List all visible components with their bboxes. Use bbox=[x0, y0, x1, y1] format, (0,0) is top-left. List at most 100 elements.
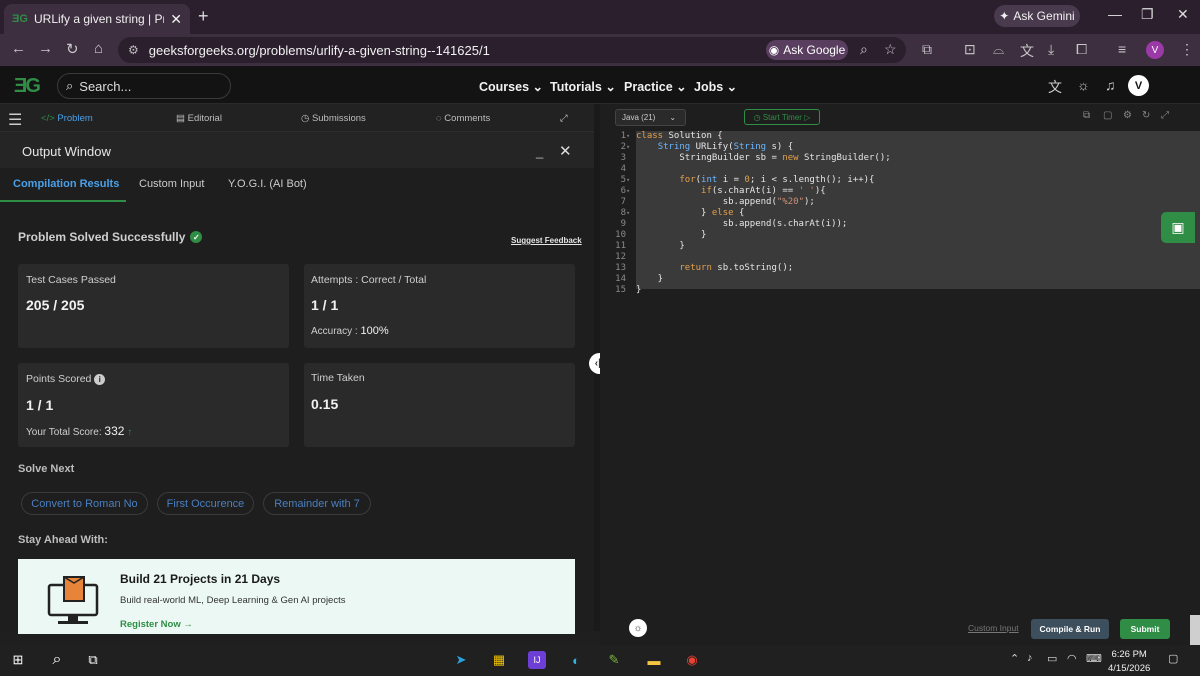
notification-icon[interactable]: ▢ bbox=[1168, 652, 1178, 665]
time-card: Time Taken 0.15 bbox=[304, 363, 575, 447]
nav-tutorials[interactable]: Tutorials ⌄ bbox=[550, 79, 616, 94]
compile-run-button[interactable]: Compile & Run bbox=[1031, 619, 1109, 639]
media-icon[interactable]: ≡ bbox=[1118, 41, 1126, 57]
task-view-icon[interactable]: ⧉ bbox=[84, 651, 102, 669]
register-now-link[interactable]: Register Now → bbox=[120, 619, 193, 630]
profile-avatar[interactable]: V bbox=[1146, 41, 1164, 59]
telegram-icon[interactable]: ➤ bbox=[452, 651, 470, 669]
gfg-logo[interactable]: ƎG bbox=[14, 75, 41, 98]
chrome-icon[interactable]: ◉ bbox=[683, 651, 701, 669]
site-search-input[interactable]: ⌕ Search... bbox=[57, 73, 231, 99]
theme-sun-icon[interactable]: ☼ bbox=[1077, 77, 1090, 93]
language-icon[interactable]: 文 bbox=[1048, 77, 1062, 97]
download-icon[interactable]: ⤓ bbox=[1048, 41, 1054, 58]
suggest-feedback-link[interactable]: Suggest Feedback bbox=[511, 236, 582, 245]
lightbulb-icon[interactable]: ☼ bbox=[629, 619, 647, 637]
windows-start-icon[interactable]: ⊞ bbox=[9, 651, 27, 669]
file-explorer-icon[interactable]: ▬ bbox=[645, 651, 663, 669]
bookmark-star-icon[interactable]: ☆ bbox=[884, 41, 897, 58]
code-line: 3 StringBuilder sb = new StringBuilder()… bbox=[620, 153, 891, 163]
taskbar-clock[interactable]: 6:26 PM 4/15/2026 bbox=[1108, 648, 1150, 676]
stay-ahead-heading: Stay Ahead With: bbox=[18, 534, 108, 546]
windows-taskbar bbox=[0, 645, 1200, 675]
start-timer-button[interactable]: ◷ Start Timer ▷ bbox=[744, 109, 820, 125]
tab-submissions[interactable]: ◷ Submissions bbox=[301, 113, 366, 124]
chevron-down-icon: ⌄ bbox=[726, 80, 738, 94]
ask-gemini-button[interactable]: ✦ Ask Gemini bbox=[994, 5, 1080, 27]
notepad-icon[interactable]: ✎ bbox=[605, 651, 623, 669]
home-icon[interactable]: ⌂ bbox=[94, 40, 103, 57]
nav-courses[interactable]: Courses ⌄ bbox=[479, 79, 543, 94]
search-icon[interactable]: ⌕ bbox=[48, 651, 66, 669]
file-icon[interactable]: ▢ bbox=[1103, 110, 1112, 121]
submit-button[interactable]: Submit bbox=[1120, 619, 1170, 639]
forward-icon[interactable]: → bbox=[38, 40, 53, 57]
code-line: 1▾ class Solution { bbox=[620, 131, 723, 141]
close-window-icon[interactable]: ✕ bbox=[1177, 6, 1189, 23]
nav-jobs[interactable]: Jobs ⌄ bbox=[694, 79, 737, 94]
tab-problem[interactable]: </> Problem bbox=[41, 113, 93, 124]
ask-gemini-label: Ask Gemini bbox=[1013, 9, 1075, 23]
wifi-icon[interactable]: ◠ bbox=[1067, 652, 1077, 665]
jetbrains-icon[interactable]: IJ bbox=[528, 651, 546, 669]
tab-editorial[interactable]: ▤ Editorial bbox=[176, 113, 222, 124]
fullscreen-icon[interactable]: ⤢ bbox=[1161, 110, 1169, 121]
incognito-icon[interactable]: ⌓ bbox=[993, 41, 1004, 58]
points-label: Points Scored i bbox=[26, 373, 106, 385]
chevron-down-icon: ⌄ bbox=[605, 80, 616, 94]
close-tab-icon[interactable]: ✕ bbox=[170, 11, 182, 28]
expand-icon[interactable]: ⤢ bbox=[560, 113, 568, 124]
settings-icon[interactable]: ⚙ bbox=[1123, 110, 1132, 121]
nav-practice[interactable]: Practice ⌄ bbox=[624, 79, 687, 94]
scrollbar[interactable] bbox=[1190, 615, 1200, 645]
chevron-down-icon: ⌄ bbox=[532, 80, 543, 94]
keyboard-icon[interactable]: ⌨ bbox=[1086, 652, 1102, 665]
screenshot-icon[interactable]: ⊡ bbox=[964, 41, 976, 58]
edge-icon[interactable]: ◐ bbox=[567, 651, 585, 669]
user-avatar[interactable]: V bbox=[1128, 75, 1149, 96]
solve-next-remainder[interactable]: Remainder with 7 bbox=[263, 492, 371, 515]
solve-next-heading: Solve Next bbox=[18, 463, 75, 475]
reload-icon[interactable]: ↻ bbox=[66, 40, 79, 58]
code-line: 10 } bbox=[615, 230, 707, 240]
solve-next-first-occurence[interactable]: First Occurence bbox=[157, 492, 254, 515]
new-tab-button[interactable]: + bbox=[198, 6, 209, 27]
copy-icon[interactable]: ⧉ bbox=[1083, 110, 1090, 121]
back-icon[interactable]: ← bbox=[11, 40, 26, 57]
notification-bell-icon[interactable]: ♫ bbox=[1105, 77, 1116, 93]
volume-icon[interactable]: ♪ bbox=[1027, 652, 1033, 664]
search-tabs-icon[interactable]: ⧠ bbox=[1076, 41, 1087, 58]
store-icon[interactable]: ▦ bbox=[490, 651, 508, 669]
success-check-icon: ✓ bbox=[190, 231, 203, 243]
close-output-icon[interactable]: ✕ bbox=[559, 142, 572, 160]
subtab-yogi-bot[interactable]: Y.O.G.I. (AI Bot) bbox=[228, 178, 307, 190]
code-line: 4 bbox=[620, 164, 626, 174]
solve-next-roman[interactable]: Convert to Roman No bbox=[21, 492, 148, 515]
maximize-window-icon[interactable]: ❐ bbox=[1141, 6, 1154, 23]
editor-footer bbox=[600, 615, 1200, 645]
hamburger-menu-icon[interactable]: ☰ bbox=[8, 110, 22, 130]
tab-comments[interactable]: ◌ Comments bbox=[436, 113, 490, 124]
menu-kebab-icon[interactable]: ⋮ bbox=[1180, 41, 1194, 58]
banner-title: Build 21 Projects in 21 Days bbox=[120, 572, 281, 586]
custom-input-link[interactable]: Custom Input bbox=[968, 623, 1019, 633]
translate-icon[interactable]: 文 bbox=[1020, 41, 1034, 61]
subtab-custom-input[interactable]: Custom Input bbox=[139, 178, 204, 190]
zoom-search-icon[interactable]: ⌕ bbox=[860, 41, 868, 58]
extensions-icon[interactable]: ⧉ bbox=[922, 41, 932, 58]
language-select[interactable]: Java (21) ⌄ bbox=[615, 109, 686, 126]
info-icon[interactable]: i bbox=[94, 374, 106, 385]
browser-tab[interactable]: ƎG URLify a given string | Practice | ✕ bbox=[4, 4, 190, 34]
battery-icon[interactable]: ▭ bbox=[1047, 652, 1057, 665]
url-text: geeksforgeeks.org/problems/urlify-a-give… bbox=[148, 42, 490, 58]
minimize-window-icon[interactable]: — bbox=[1108, 6, 1122, 22]
tray-chevron-up-icon[interactable]: ⌃ bbox=[1010, 652, 1019, 665]
ask-google-button[interactable]: ◉ Ask Google bbox=[766, 40, 848, 60]
minimize-output-icon[interactable]: _ bbox=[536, 144, 543, 159]
reset-icon[interactable]: ↻ bbox=[1142, 110, 1150, 121]
subtab-compilation-results[interactable]: Compilation Results bbox=[13, 178, 119, 190]
site-settings-icon[interactable]: ⚙ bbox=[128, 43, 139, 57]
code-line: 11 } bbox=[615, 241, 685, 251]
stopwatch-icon: ◷ bbox=[753, 112, 761, 122]
chat-bubble-icon[interactable]: ▣ bbox=[1161, 212, 1195, 243]
